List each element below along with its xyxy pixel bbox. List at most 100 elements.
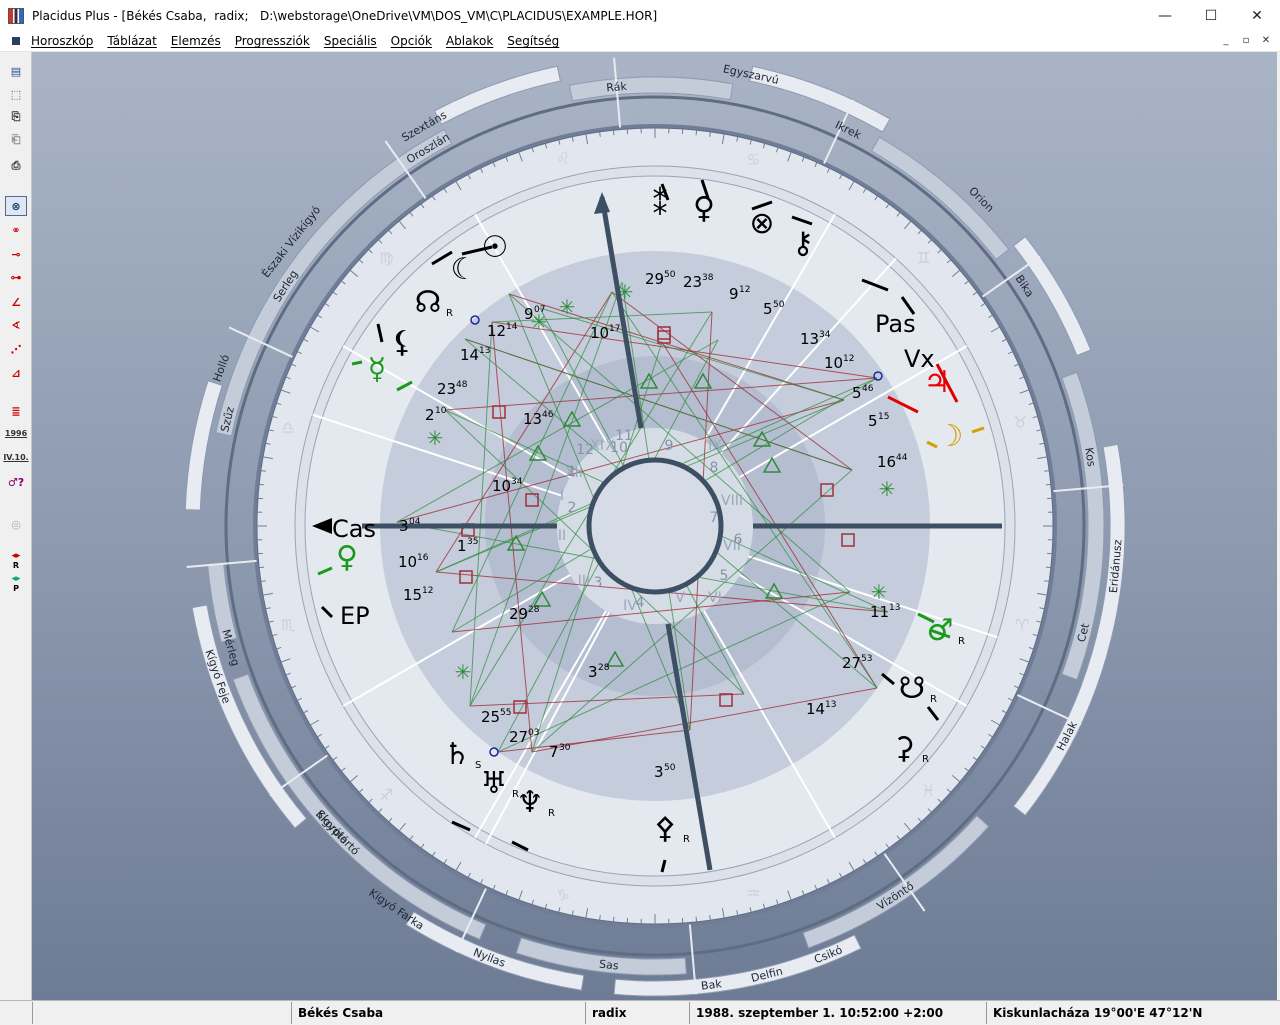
mdi-controls: _ ▫ ✕ [1218, 31, 1274, 51]
menu-segitseg[interactable]: Segítség [507, 34, 559, 48]
year-icon[interactable]: 1996 [5, 423, 27, 443]
south-node-glyph-retro: R [930, 694, 937, 705]
new-document-icon[interactable]: ▤ [5, 61, 27, 81]
select-icon[interactable]: ⬚ [5, 84, 27, 104]
asc-point-label: Cas [332, 515, 376, 543]
degree-minutes: 53 [861, 654, 872, 664]
house-inner-label: 6 [734, 532, 743, 548]
document-icon[interactable] [12, 37, 20, 45]
degree-tick [259, 567, 264, 568]
degree-label: 13 [523, 410, 542, 428]
degree-minutes: 55 [500, 708, 511, 718]
degree-minutes: 34 [511, 477, 523, 487]
menu-specialis[interactable]: Speciális [324, 34, 377, 48]
zodiac-sign-icon: ♉ [1013, 412, 1027, 431]
mdi-close-button[interactable]: ✕ [1258, 34, 1274, 48]
direction-icon[interactable]: ⊶ [5, 267, 27, 287]
transit-icon[interactable]: ⊸ [5, 244, 27, 264]
ceres-glyph-retro: R [683, 834, 690, 845]
constellation-label: Sas [598, 958, 619, 973]
ep-point-label: EP [340, 602, 370, 630]
retrograde-icon[interactable]: ◂▸R [5, 550, 27, 570]
year-icon-label: 1996 [5, 429, 27, 438]
sextile-aspect: ✳ [871, 580, 888, 604]
asteroid-glyph-retro: R [922, 754, 929, 765]
degree-label: 15 [403, 586, 422, 604]
zodiac-sign-icon: ♋ [746, 150, 760, 169]
menu-elemzes[interactable]: Elemzés [171, 34, 221, 48]
degree-minutes: 16 [417, 553, 429, 563]
status-datetime: 1988. szeptember 1. 10:52:00 +2:00 [689, 1002, 986, 1024]
north-node-glyph-retro: R [446, 308, 453, 319]
menu-bar: Horoszkóp Táblázat Elemzés Progressziók … [0, 31, 1280, 52]
zodiac-sign-icon: ♍ [379, 248, 393, 267]
degree-label: 11 [870, 603, 889, 621]
status-type: radix [585, 1002, 689, 1024]
house-inner-label: 9 [665, 438, 674, 454]
minimize-button[interactable]: — [1142, 0, 1188, 31]
zodiac-sign-icon: ♓ [921, 781, 935, 800]
angle-icon[interactable]: ∠ [5, 292, 27, 312]
pas-point-label: Pas [875, 310, 916, 338]
paste-icon[interactable]: ⎗ [5, 130, 27, 150]
aspect-table-icon[interactable]: ≣ [5, 401, 27, 421]
degree-minutes: 50 [664, 763, 676, 773]
house-roman-label: IX [708, 438, 722, 454]
menu-horoszkop[interactable]: Horoszkóp [31, 34, 93, 48]
degree-label: 10 [492, 477, 511, 495]
arc-icon[interactable]: ⊿ [5, 363, 27, 383]
venus-glyph: ♀ [693, 191, 715, 226]
degree-minutes: 38 [702, 273, 714, 283]
degree-label: 14 [460, 346, 479, 364]
degree-minutes: 44 [896, 453, 908, 463]
degree-label: 27 [842, 654, 861, 672]
degree-label: 3 [654, 763, 664, 781]
degree-label: 9 [729, 285, 739, 303]
degree-minutes: 14 [506, 322, 518, 332]
date-icon[interactable]: IV.10. [5, 447, 27, 467]
degree-minutes: 50 [664, 270, 676, 280]
mdi-restore-button[interactable]: ▫ [1238, 34, 1254, 48]
degree-minutes: 28 [598, 663, 610, 673]
degree-tick [613, 130, 614, 135]
menu-ablakok[interactable]: Ablakok [446, 34, 493, 48]
mdi-minimize-button[interactable]: _ [1218, 34, 1234, 48]
disabled-wheel-icon[interactable]: ◎ [5, 514, 27, 534]
constellation-label: Halak [1054, 719, 1080, 753]
degree-label: 29 [509, 605, 528, 623]
constellation-label: Skorpió [313, 808, 351, 847]
degree-label: 9 [524, 305, 534, 323]
planet-query-icon[interactable]: ♂? [5, 472, 27, 492]
chart-canvas[interactable]: ✳✳✳✳✳✳✳XIXVIIIVIIVIVIVIIIIIIXIIXI9876543… [32, 52, 1277, 1000]
horoscope-wheel[interactable]: ✳✳✳✳✳✳✳XIXVIIIVIIVIVIVIIIIIIXIIXI9876543… [32, 52, 1277, 1000]
degree-label: 25 [481, 708, 500, 726]
copy-icon[interactable]: ⎘ [5, 107, 27, 127]
house-roman-label: V [675, 590, 685, 606]
degree-minutes: 34 [819, 330, 831, 340]
maximize-button[interactable]: ☐ [1188, 0, 1234, 31]
progressed-icon[interactable]: ◂▸P [5, 573, 27, 593]
radix-chart-icon[interactable]: ⊗ [5, 196, 27, 216]
degree-label: 5 [868, 412, 878, 430]
sextile-aspect: ✳ [427, 426, 444, 450]
print-icon[interactable]: ⎙ [5, 156, 27, 176]
menu-opciok[interactable]: Opciók [391, 34, 432, 48]
close-button[interactable]: ✕ [1234, 0, 1280, 31]
house-inner-label: 8 [710, 460, 719, 476]
menu-tablazat[interactable]: Táblázat [107, 34, 156, 48]
degree-minutes: 30 [559, 743, 571, 753]
menu-progressziok[interactable]: Progressziók [235, 34, 310, 48]
synastry-icon[interactable]: ⚭ [5, 220, 27, 240]
degree-minutes: 10 [435, 406, 447, 416]
degree-tick [696, 130, 697, 135]
sextile-aspect: ✳ [879, 477, 896, 501]
zodiac-sign-icon: ♐ [379, 786, 393, 805]
composite-icon[interactable]: ⋰ [5, 339, 27, 359]
mercury-glyph: ☿ [368, 352, 386, 387]
progression-icon[interactable]: ∢ [5, 315, 27, 335]
window-controls: — ☐ ✕ [1142, 0, 1280, 31]
degree-minutes: 17 [609, 324, 620, 334]
degree-tick [1044, 581, 1049, 582]
house-roman-label: II [558, 528, 566, 544]
degree-tick [1046, 567, 1051, 568]
